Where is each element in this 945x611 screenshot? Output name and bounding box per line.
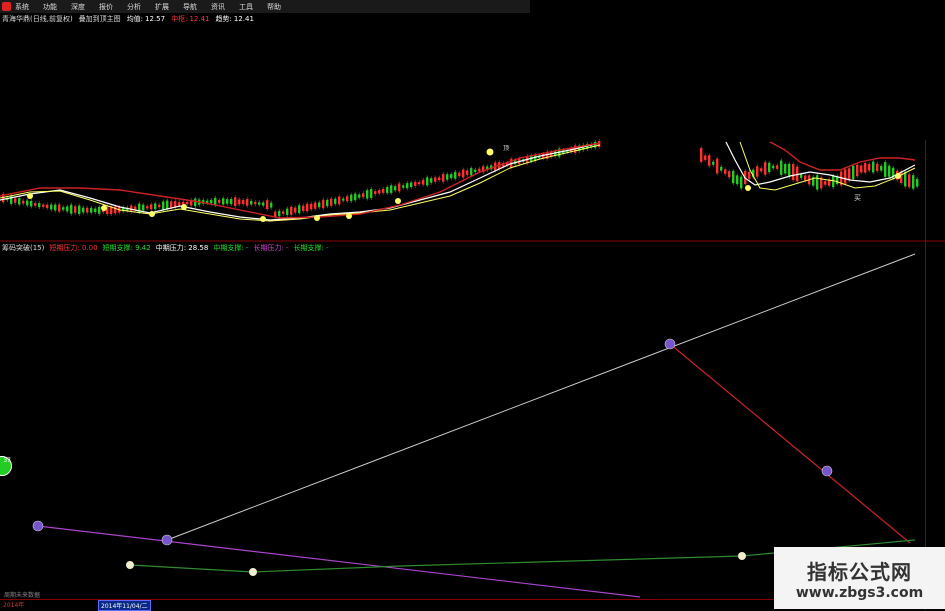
indicator-name: 筹码突破(15) (2, 244, 45, 252)
candles-right (700, 146, 919, 192)
candles-left (2, 139, 601, 220)
date-axis-prefix: 2014年 (3, 602, 25, 609)
watermark-title: 指标公式网 (807, 559, 912, 584)
mid-support: 中期支撑: - (213, 244, 249, 252)
top-label: 顶 (503, 145, 509, 152)
indicator-markers (32, 338, 833, 576)
selected-date-box: 2014年11/04/二 (98, 600, 151, 611)
pressure-line (166, 253, 916, 541)
mid-pressure: 中期压力: 28.58 (155, 244, 209, 252)
price-axis (925, 140, 945, 610)
watermark-url: www.zbgs3.com (795, 584, 924, 601)
watermark: 指标公式网 www.zbgs3.com (774, 547, 945, 609)
buy-label: 买 (854, 194, 861, 202)
short-support: 短期支撑: 9.42 (102, 244, 151, 252)
ma-red-line-right (769, 141, 916, 171)
long-support: 长期支撑: - (293, 244, 329, 252)
red-line (669, 343, 911, 544)
indicator-info-bar: 筹码突破(15) 短期压力: 0.00 短期支撑: 9.42 中期压力: 28.… (0, 242, 329, 254)
future-data-note: 周期未来数据 (4, 592, 41, 599)
green-badge-label: 37 (3, 457, 11, 464)
short-pressure: 短期压力: 0.00 (49, 244, 98, 252)
long-pressure: 长期压力: - (253, 244, 289, 252)
price-chart: 顶 买 (0, 139, 945, 598)
